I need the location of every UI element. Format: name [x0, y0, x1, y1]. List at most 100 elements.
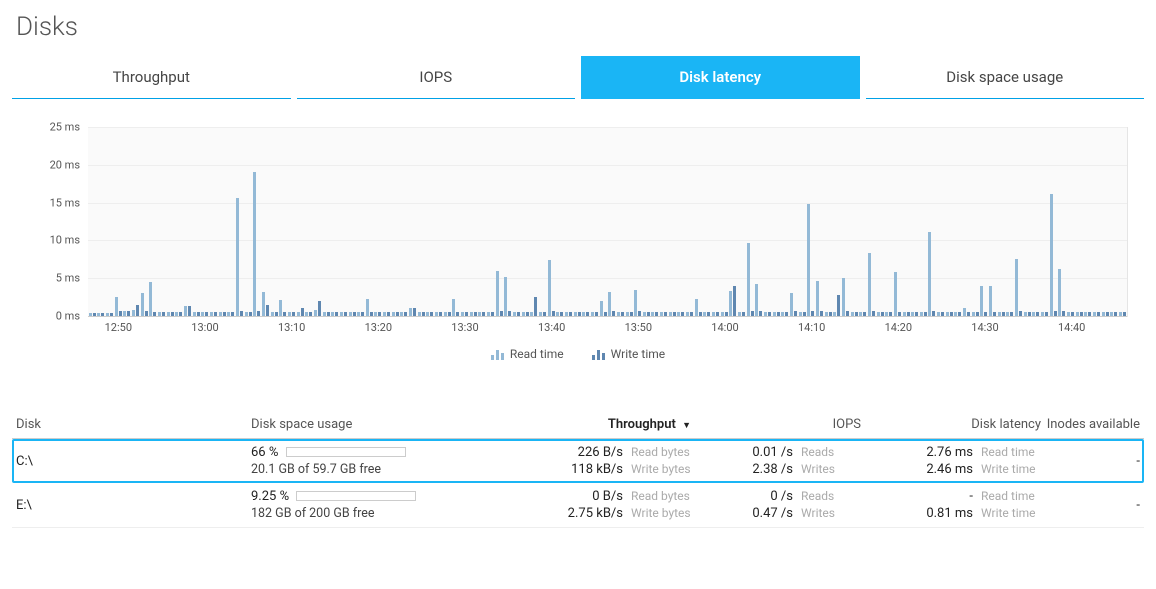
label-write-time: Write time — [981, 506, 1041, 521]
usage-bar — [296, 491, 416, 501]
label-write-bytes: Write bytes — [631, 462, 691, 477]
legend-write-time[interactable]: Write time — [592, 347, 666, 361]
chart-bar-slot — [919, 127, 928, 316]
legend-write-swatch-icon — [592, 348, 605, 360]
label-read-time: Read time — [981, 489, 1041, 504]
chart-bar-slot — [330, 127, 339, 316]
tab-space[interactable]: Disk space usage — [866, 56, 1145, 99]
x-tick: 13:10 — [278, 321, 305, 334]
x-tick: 12:50 — [105, 321, 132, 334]
chart-bar-slot — [573, 127, 582, 316]
label-writes: Writes — [801, 506, 861, 521]
chart-bar-slot — [729, 127, 738, 316]
chart-bar-slot — [910, 127, 919, 316]
chart-bar-slot — [971, 127, 980, 316]
x-tick: 14:30 — [971, 321, 998, 334]
chart-bar-slot — [322, 127, 331, 316]
chart-bar-slot — [1109, 127, 1118, 316]
col-header-latency[interactable]: Disk latency — [861, 417, 1041, 432]
col-header-usage[interactable]: Disk space usage — [251, 417, 461, 432]
tab-iops[interactable]: IOPS — [297, 56, 576, 99]
iops-read: 0.01 /s — [733, 445, 793, 460]
y-tick: 0 ms — [34, 310, 88, 323]
legend-read-label: Read time — [510, 347, 564, 361]
col-header-throughput[interactable]: Throughput ▼ — [461, 417, 691, 432]
chart-bar-slot — [417, 127, 426, 316]
chart-bar-slot — [1014, 127, 1023, 316]
chart-bar-slot — [599, 127, 608, 316]
table-row[interactable]: E:\ 9.25 % 182 GB of 200 GB free 0 B/sRe… — [12, 483, 1144, 528]
disk-name: C:\ — [16, 454, 251, 469]
latency-write: 2.46 ms — [913, 462, 973, 477]
chart-bar-slot — [261, 127, 270, 316]
chart-bar-slot — [590, 127, 599, 316]
chart-bar-slot — [893, 127, 902, 316]
label-read-time: Read time — [981, 445, 1041, 460]
chart-bar-slot — [157, 127, 166, 316]
x-tick: 13:40 — [538, 321, 565, 334]
chart-x-axis: 12:5013:0013:1013:2013:3013:4013:5014:00… — [88, 321, 1128, 339]
chart-bar-slot — [270, 127, 279, 316]
chart-bar-slot — [1049, 127, 1058, 316]
chart-bar-slot — [348, 127, 357, 316]
chart-bar-slot — [244, 127, 253, 316]
chart-bar-slot — [685, 127, 694, 316]
chart-bar-slot — [737, 127, 746, 316]
chart-bar-slot — [824, 127, 833, 316]
tab-throughput[interactable]: Throughput — [12, 56, 291, 99]
chart-bar-slot — [183, 127, 192, 316]
chart-bar-slot — [123, 127, 132, 316]
x-tick: 14:40 — [1058, 321, 1085, 334]
latency-write: 0.81 ms — [913, 506, 973, 521]
chart-bar-slot — [105, 127, 114, 316]
legend-read-swatch-icon — [491, 348, 504, 360]
chart-bar-slot — [529, 127, 538, 316]
table-header-row: Disk Disk space usage Throughput ▼ IOPS … — [12, 411, 1144, 439]
chart-bar-slot — [677, 127, 686, 316]
chart-bar-slot — [564, 127, 573, 316]
chart-bar-slot — [555, 127, 564, 316]
x-tick: 13:00 — [191, 321, 218, 334]
chart-bar-slot — [659, 127, 668, 316]
table-row[interactable]: C:\ 66 % 20.1 GB of 59.7 GB free 226 B/s… — [12, 439, 1144, 483]
chart-bar-slot — [668, 127, 677, 316]
chart-bar-slot — [97, 127, 106, 316]
chart-bar-slot — [858, 127, 867, 316]
chart-bar-slot — [781, 127, 790, 316]
chart-bar-slot — [815, 127, 824, 316]
chart-bar-slot — [962, 127, 971, 316]
chart-bar-slot — [694, 127, 703, 316]
col-header-iops[interactable]: IOPS — [691, 417, 861, 432]
chart-bar-slot — [1083, 127, 1092, 316]
chart-bar-slot — [798, 127, 807, 316]
label-read-bytes: Read bytes — [631, 445, 691, 460]
legend-read-time[interactable]: Read time — [491, 347, 564, 361]
chart-bar-slot — [166, 127, 175, 316]
col-header-inodes[interactable]: Inodes available — [1041, 417, 1140, 432]
chart-bar-slot — [1032, 127, 1041, 316]
chart-bar-slot — [382, 127, 391, 316]
chart-bar-slot — [304, 127, 313, 316]
iops-read: 0 /s — [733, 489, 793, 504]
chart-bar-slot — [88, 127, 97, 316]
label-writes: Writes — [801, 462, 861, 477]
label-reads: Reads — [801, 489, 861, 504]
y-tick: 10 ms — [34, 234, 88, 247]
page-title: Disks — [16, 12, 1144, 42]
throughput-write: 2.75 kB/s — [563, 506, 623, 521]
label-write-time: Write time — [981, 462, 1041, 477]
chart-bar-slot — [720, 127, 729, 316]
usage-pct: 9.25 % — [251, 489, 289, 504]
col-header-disk[interactable]: Disk — [16, 417, 251, 432]
throughput-read: 0 B/s — [563, 489, 623, 504]
chart-bar-slot — [460, 127, 469, 316]
chart-bar-slot — [841, 127, 850, 316]
x-tick: 14:20 — [885, 321, 912, 334]
usage-text: 20.1 GB of 59.7 GB free — [251, 462, 461, 477]
tab-latency[interactable]: Disk latency — [581, 56, 860, 99]
chart-bars — [88, 127, 1127, 316]
chart-bar-slot — [581, 127, 590, 316]
throughput-read: 226 B/s — [563, 445, 623, 460]
chart-bar-slot — [980, 127, 989, 316]
chart-bar-slot — [495, 127, 504, 316]
